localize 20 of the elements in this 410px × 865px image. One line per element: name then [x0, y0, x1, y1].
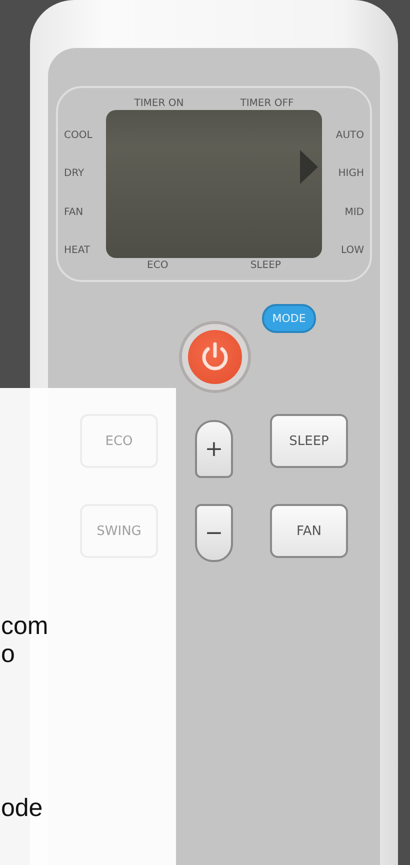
- mode-label: FAN: [64, 206, 84, 218]
- status-label: SLEEP: [250, 260, 281, 270]
- plus-button[interactable]: +: [195, 420, 233, 478]
- status-label: ECO: [147, 260, 168, 270]
- timer-label: TIMER OFF: [240, 98, 294, 108]
- fan-speed-label: AUTO: [336, 130, 364, 141]
- overlay-text: ode: [1, 794, 44, 822]
- fan-speed-label: HIGH: [338, 168, 364, 180]
- overlay-text: com: [1, 612, 50, 640]
- timer-label: TIMER ON: [134, 98, 184, 108]
- power-button[interactable]: [182, 324, 248, 390]
- mode-label: HEAT: [64, 244, 90, 256]
- mode-label: DRY: [64, 168, 84, 180]
- fan-speed-label: LOW: [341, 244, 364, 256]
- sleep-button[interactable]: SLEEP: [270, 414, 348, 468]
- minus-button[interactable]: −: [195, 504, 233, 562]
- fan-button[interactable]: FAN: [270, 504, 348, 558]
- fan-speed-label: MID: [344, 206, 364, 218]
- overlay-text: o: [1, 640, 16, 668]
- mode-label: COOL: [64, 130, 92, 141]
